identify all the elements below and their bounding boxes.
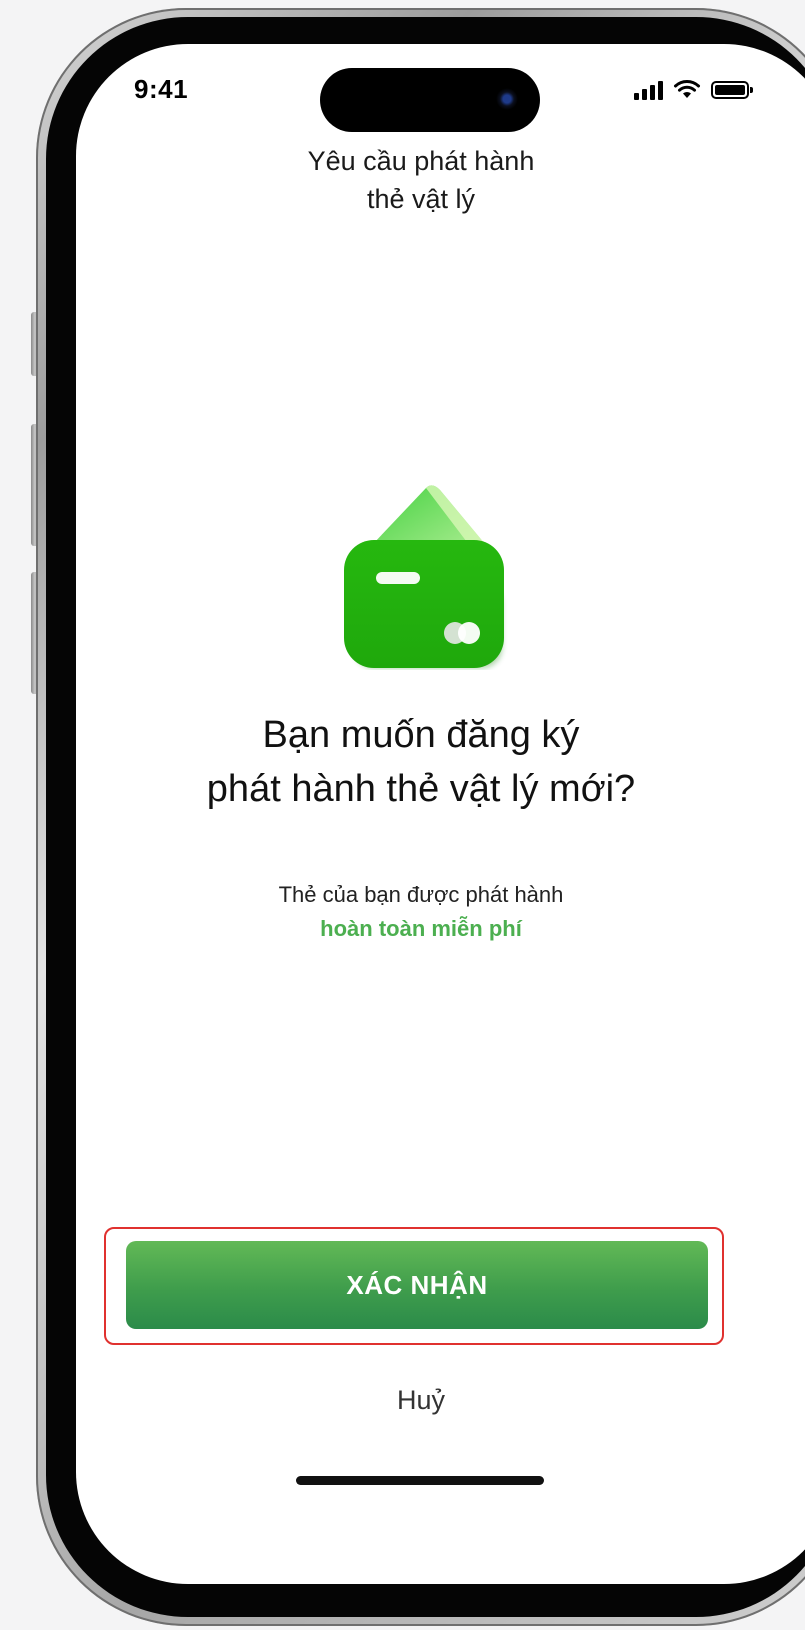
front-camera-icon: [496, 88, 518, 110]
card-wallet-icon: [344, 485, 504, 668]
free-issue-note: Thẻ của bạn được phát hành: [278, 882, 564, 907]
confirm-button[interactable]: XÁC NHẬN: [126, 1241, 708, 1329]
battery-icon: [711, 81, 753, 99]
device-mockup: 9:41 Yêu cầu phát hành thẻ vật lý Bạn mu…: [0, 0, 805, 1630]
free-issue-highlight: hoàn toàn miễn phí: [320, 916, 522, 941]
home-indicator[interactable]: [296, 1476, 544, 1485]
status-time: 9:41: [134, 74, 189, 104]
wifi-icon: [674, 80, 700, 98]
app-screen: 9:41 Yêu cầu phát hành thẻ vật lý Bạn mu…: [76, 44, 805, 1584]
confirmation-question: Bạn muốn đăng ký phát hành thẻ vật lý mớ…: [206, 714, 636, 810]
status-icons: [634, 80, 753, 100]
cancel-button[interactable]: Huỷ: [76, 1380, 766, 1420]
dynamic-island: [320, 68, 540, 132]
page-title: Yêu cầu phát hành thẻ vật lý: [307, 146, 535, 214]
cellular-signal-icon: [634, 80, 663, 100]
